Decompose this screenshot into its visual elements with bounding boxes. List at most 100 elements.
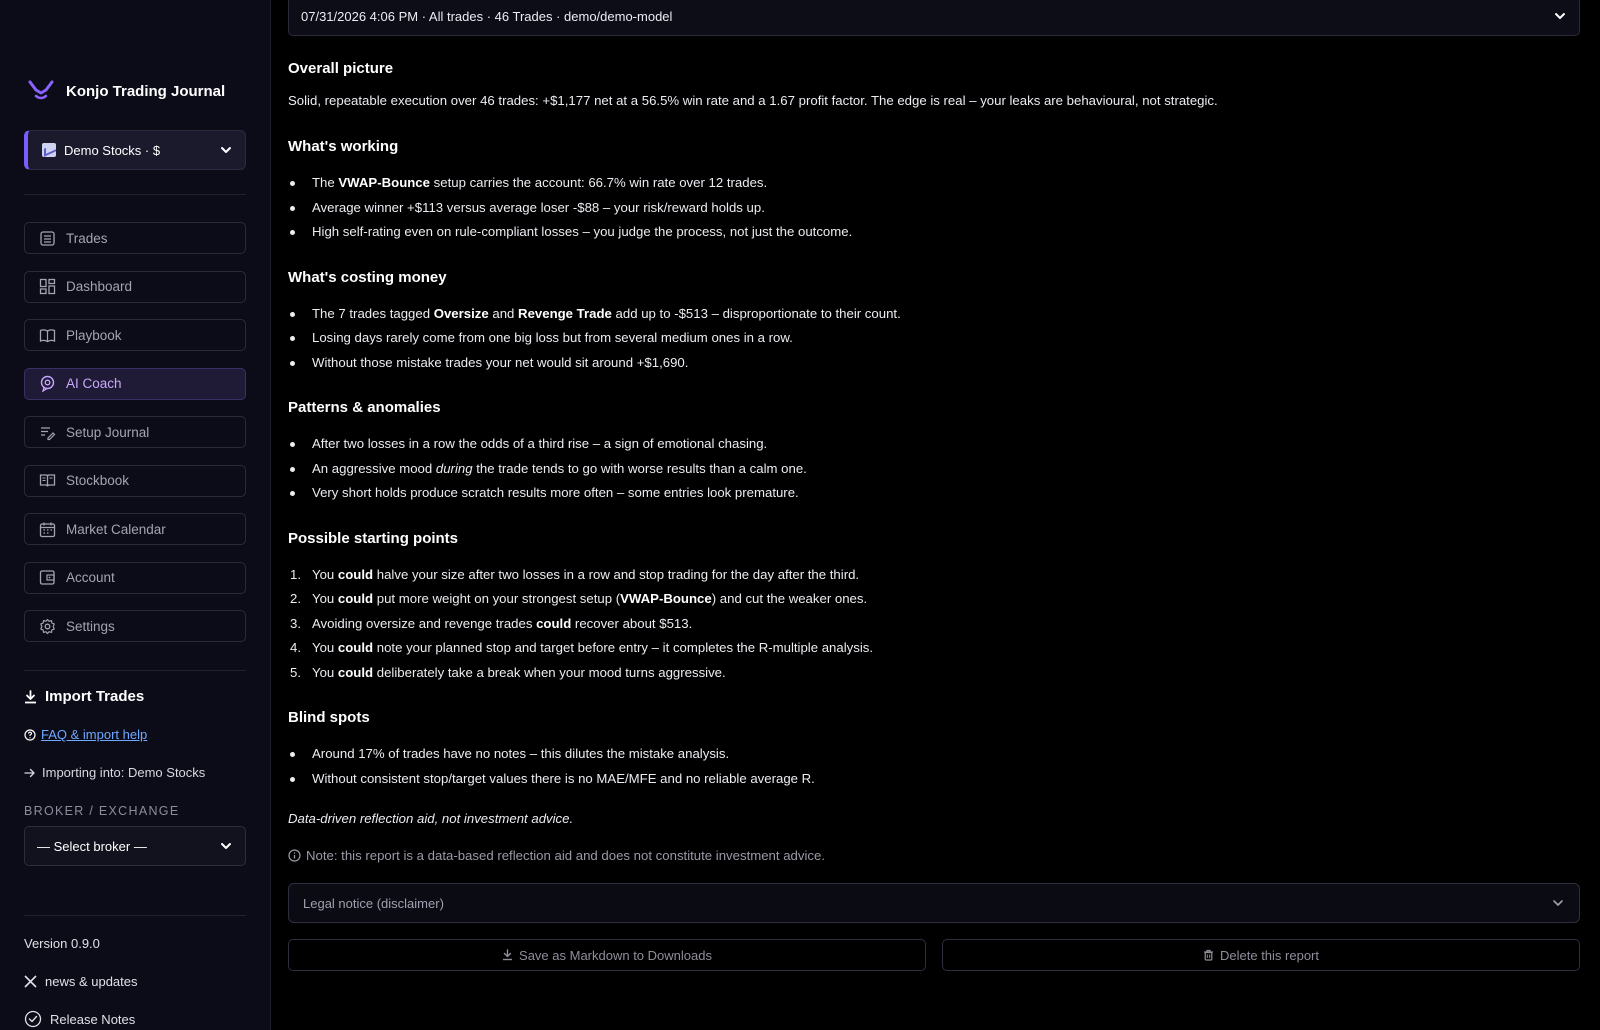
emphasis: could [337,664,374,680]
broker-exchange-label: BROKER / EXCHANGE [24,804,180,818]
delete-report-button[interactable]: Delete this report [942,939,1580,971]
text-fragment: the trade tends to go with worse results… [472,460,807,476]
text-fragment: deliberately take a break when your mood… [373,664,726,680]
release-notes-label: Release Notes [50,1011,136,1027]
sidebar-item-ai-coach[interactable]: AI Coach [24,367,246,400]
sidebar-item-label: Setup Journal [66,424,150,440]
disclaimer-note: Note: this report is a data-based reflec… [288,848,1580,863]
wallet-icon [39,570,55,585]
setup-name: VWAP-Bounce [620,591,712,606]
section-heading-starting: Possible starting points [288,529,459,547]
disclaimer-note-text: Note: this report is a data-based reflec… [306,848,826,863]
ai-coach-icon [40,375,55,392]
working-list: The VWAP-Bounce setup carries the accoun… [288,171,1580,245]
sidebar-nav: Trades Dashboard Playbook AI Coach Setup… [24,222,246,659]
list-number: 3. [290,615,301,631]
tag-name: Revenge Trade [518,305,612,321]
emphasis: could [337,566,374,582]
sidebar-item-label: Account [66,570,115,585]
sidebar-item-label: Trades [66,230,108,246]
emphasis: could [536,615,572,631]
save-markdown-button[interactable]: Save as Markdown to Downloads [288,939,926,971]
chevron-down-icon [1555,13,1565,19]
faq-import-help-link[interactable]: FAQ & import help [41,727,147,742]
text-fragment: halve your size after two losses in a ro… [373,566,860,582]
chart-icon [42,143,56,157]
list-number: 5. [290,664,301,680]
list-icon [40,230,55,246]
list-item: 5. You could deliberately take a break wh… [288,661,1580,686]
text-fragment: and [488,305,519,321]
sidebar-item-label: Settings [66,618,115,634]
account-select[interactable]: Demo Stocks · $ [24,130,246,170]
section-heading-costing: What's costing money [288,268,447,286]
legal-notice-label: Legal notice (disclaimer) [303,895,444,911]
text-fragment: You [312,566,338,582]
gear-icon [40,618,55,634]
broker-select[interactable]: — Select broker — [24,826,246,866]
list-item: Very short holds produce scratch results… [288,481,1580,506]
text-fragment: The 7 trades tagged [312,305,434,321]
brand[interactable]: Konjo Trading Journal [28,80,225,102]
text-fragment: setup carries the account: 66.7% win rat… [429,175,768,190]
sidebar-item-label: Dashboard [66,279,133,294]
list-item: Average winner +$113 versus average lose… [288,196,1580,221]
import-trades-heading: Import Trades [24,688,144,705]
text-fragment: You [312,591,338,606]
report-select[interactable]: 07/31/2026 4:06 PM · All trades · 46 Tra… [288,0,1580,36]
legal-notice-accordion[interactable]: Legal notice (disclaimer) [288,883,1580,923]
faq-import-help: FAQ & import help [24,727,147,742]
text-fragment: note your planned stop and target before… [373,640,874,655]
news-updates-link[interactable]: news & updates [24,974,138,989]
chevron-down-icon [1553,900,1563,906]
starting-points-list: 1. You could halve your size after two lo… [288,563,1580,686]
sidebar-item-market-calendar[interactable]: Market Calendar [24,513,246,545]
save-markdown-label: Save as Markdown to Downloads [519,947,712,963]
sidebar-item-setup-journal[interactable]: Setup Journal [24,416,246,448]
text-fragment: put more weight on your strongest setup … [373,591,621,606]
release-notes-link[interactable]: Release Notes [24,1010,135,1028]
overall-text: Solid, repeatable execution over 46 trad… [288,93,1218,108]
sidebar: Konjo Trading Journal Demo Stocks · $ Tr… [0,0,271,1030]
reflection-aid-note: Data-driven reflection aid, not investme… [288,811,574,826]
sidebar-divider [24,670,246,671]
konjo-logo-icon [28,80,54,100]
list-number: 4. [290,640,301,655]
list-item: Around 17% of trades have no notes – thi… [288,742,1580,767]
text-fragment: You [312,640,338,655]
list-item: Without consistent stop/target values th… [288,767,1580,792]
section-heading-working: What's working [288,138,399,155]
sidebar-item-label: Stockbook [66,473,130,488]
sidebar-item-playbook[interactable]: Playbook [24,319,246,351]
calendar-icon [39,522,56,537]
sidebar-divider [24,915,246,916]
sidebar-item-account[interactable]: Account [24,561,246,594]
importing-into-text: Importing into: Demo Stocks [42,765,206,780]
text-fragment: The [312,175,339,190]
list-item: Losing days rarely come from one big los… [288,326,1580,351]
badge-check-icon [24,1010,42,1028]
section-heading-overall: Overall picture [288,60,394,77]
blind-spots-list: Around 17% of trades have no notes – thi… [288,742,1580,791]
sidebar-item-settings[interactable]: Settings [24,610,246,642]
app-title: Konjo Trading Journal [66,82,226,100]
list-item: An aggressive mood during the trade tend… [288,457,1580,482]
account-select-label: Demo Stocks · $ [64,142,161,158]
app-version: Version 0.9.0 [24,936,100,951]
chevron-down-icon [221,843,231,849]
list-item: 4. You could note your planned stop and t… [288,636,1580,661]
section-heading-patterns: Patterns & anomalies [288,399,441,416]
arrow-right-icon [24,768,35,777]
text-fragment: You [312,664,338,680]
text-fragment: ) and cut the weaker ones. [711,591,868,606]
book-open-icon [39,328,56,342]
text-fragment: Avoiding oversize and revenge trades [312,615,537,631]
sidebar-item-stockbook[interactable]: Stockbook [24,464,246,497]
sidebar-item-trades[interactable]: Trades [24,222,246,254]
list-item: 1. You could halve your size after two lo… [288,563,1580,588]
report-select-value: 07/31/2026 4:06 PM · All trades · 46 Tra… [301,8,673,24]
trash-icon [1204,949,1213,961]
importing-into: Importing into: Demo Stocks [24,765,205,780]
sidebar-item-dashboard[interactable]: Dashboard [24,270,246,303]
download-icon [25,689,36,703]
